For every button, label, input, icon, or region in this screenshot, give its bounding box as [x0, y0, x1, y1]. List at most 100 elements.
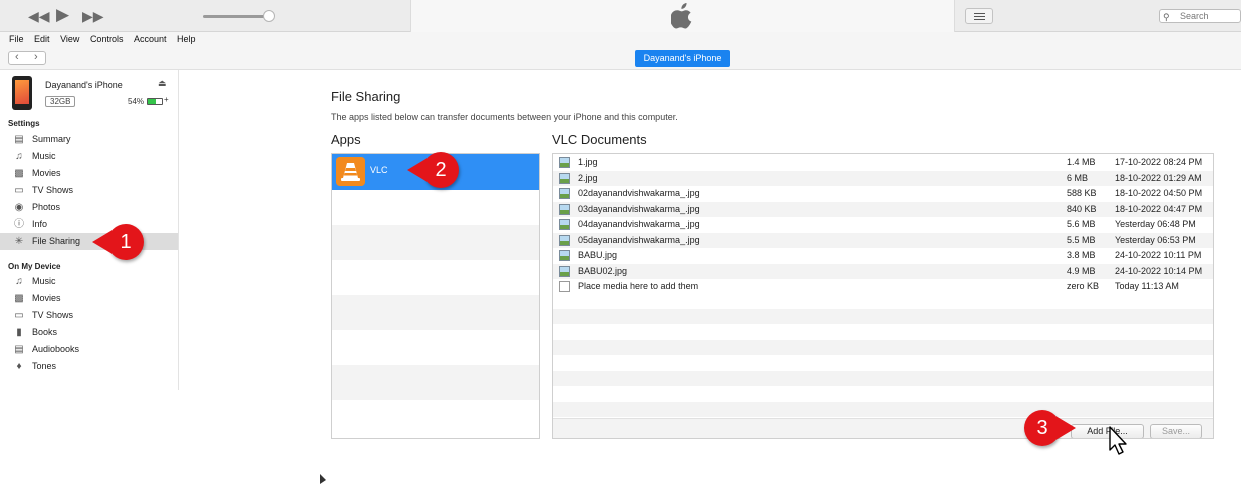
- document-date: 18-10-2022 04:50 PM: [1115, 188, 1203, 198]
- settings-header: Settings: [8, 119, 40, 128]
- apps-header: Apps: [331, 132, 361, 147]
- menu-bar: File Edit View Controls Account Help: [0, 32, 1241, 46]
- vlc-cone-icon: [336, 157, 365, 186]
- sidebar-item-device-music[interactable]: ♫ Music: [0, 273, 178, 290]
- document-row[interactable]: 02dayanandvishwakarma_.jpg 588 KB 18-10-20…: [553, 186, 1213, 202]
- document-size: 3.8 MB: [1067, 250, 1096, 260]
- empty-row: [553, 324, 1213, 340]
- sidebar-item-movies[interactable]: ▩ Movies: [0, 165, 178, 182]
- on-my-device-header: On My Device: [8, 262, 61, 271]
- sidebar-item-file-sharing[interactable]: ✳ File Sharing: [0, 233, 178, 250]
- empty-row: [553, 308, 1213, 324]
- pointer-fragment-icon: [320, 474, 326, 484]
- tv-icon: ▭: [14, 185, 24, 196]
- document-size: 840 KB: [1067, 203, 1097, 214]
- sidebar-item-label: Movies: [32, 293, 61, 303]
- sidebar-item-photos[interactable]: ◉ Photos: [0, 199, 178, 216]
- menu-view[interactable]: View: [60, 32, 79, 46]
- document-size: 588 KB: [1067, 188, 1097, 198]
- list-view-button[interactable]: [965, 8, 993, 24]
- sidebar-item-label: Music: [32, 151, 56, 161]
- rewind-icon[interactable]: ◀◀: [28, 6, 50, 26]
- page-description: The apps listed below can transfer docum…: [331, 112, 678, 122]
- device-name: Dayanand's iPhone: [45, 80, 123, 90]
- document-date: Yesterday 06:48 PM: [1115, 219, 1196, 229]
- blank-file-icon: [559, 281, 570, 292]
- document-name: 1.jpg: [578, 157, 598, 167]
- sidebar-item-device-movies[interactable]: ▩ Movies: [0, 290, 178, 307]
- document-name: 02dayanandvishwakarma_.jpg: [578, 188, 700, 198]
- volume-knob[interactable]: [263, 10, 275, 22]
- image-file-icon: [559, 219, 570, 230]
- document-name: 04dayanandvishwakarma_.jpg: [578, 219, 700, 229]
- document-name: BABU02.jpg: [578, 265, 628, 276]
- sidebar-item-books[interactable]: ▮ Books: [0, 324, 178, 341]
- document-size: 4.9 MB: [1067, 265, 1096, 276]
- book-icon: ▮: [16, 327, 22, 338]
- empty-row: [553, 355, 1213, 371]
- device-button[interactable]: Dayanand's iPhone: [635, 50, 730, 67]
- sidebar-item-label: TV Shows: [32, 310, 74, 320]
- blank-region: [20, 390, 320, 484]
- apps-icon: ✳: [14, 236, 24, 247]
- capacity-badge: 32GB: [45, 96, 76, 107]
- page-title: File Sharing: [331, 89, 401, 104]
- save-button[interactable]: Save...: [1150, 424, 1202, 438]
- apple-logo-icon: [671, 3, 692, 29]
- sidebar-item-tones[interactable]: ♦ Tones: [0, 358, 178, 375]
- annotation-callout-2: 2: [407, 152, 459, 188]
- annotation-callout-1: 1: [92, 224, 144, 260]
- sidebar-item-tv-shows[interactable]: ▭ TV Shows: [0, 182, 178, 199]
- play-icon[interactable]: ▶: [56, 5, 69, 25]
- menu-controls[interactable]: Controls: [90, 32, 124, 46]
- document-row[interactable]: 1.jpg 1.4 MB 17-10-2022 08:24 PM: [553, 155, 1213, 171]
- document-row[interactable]: BABU02.jpg 4.9 MB 24-10-2022 10:14 PM: [553, 263, 1213, 279]
- document-date: 18-10-2022 01:29 AM: [1115, 172, 1202, 183]
- sidebar-item-label: Movies: [32, 168, 61, 178]
- image-file-icon: [559, 172, 570, 184]
- document-date: Today 11:13 AM: [1115, 281, 1179, 291]
- document-size: 5.5 MB: [1067, 234, 1096, 245]
- search-input[interactable]: ⚲ Search: [1159, 9, 1241, 23]
- document-row[interactable]: 03dayanandvishwakarma_.jpg 840 KB 18-10-20…: [553, 201, 1213, 217]
- empty-row: [553, 293, 1213, 309]
- image-file-icon: [559, 157, 570, 168]
- forward-icon[interactable]: ›: [34, 51, 38, 63]
- sidebar-item-device-tv-shows[interactable]: ▭ TV Shows: [0, 307, 178, 324]
- sidebar-item-label: Info: [32, 219, 48, 229]
- film-icon: ▩: [14, 168, 24, 179]
- document-row[interactable]: 04dayanandvishwakarma_.jpg 5.6 MB Yesterda…: [553, 217, 1213, 233]
- document-row[interactable]: 2.jpg 6 MB 18-10-2022 01:29 AM: [553, 170, 1213, 186]
- image-file-icon: [559, 265, 570, 277]
- sidebar-item-label: File Sharing: [32, 236, 81, 246]
- volume-slider[interactable]: [203, 15, 271, 18]
- menu-file[interactable]: File: [9, 32, 24, 46]
- music-note-icon: ♫: [15, 276, 23, 287]
- sidebar-item-info[interactable]: ⓘ Info: [0, 216, 178, 233]
- menu-help[interactable]: Help: [177, 32, 196, 46]
- fast-forward-icon[interactable]: ▶▶: [82, 6, 104, 26]
- document-row[interactable]: 05dayanandvishwakarma_.jpg 5.5 MB Yesterda…: [553, 232, 1213, 248]
- document-size: 6 MB: [1067, 172, 1089, 183]
- eject-icon[interactable]: ⏏: [158, 78, 167, 89]
- image-file-icon: [559, 203, 570, 215]
- sidebar: Dayanand's iPhone ⏏ 32GB 54% + Settings …: [0, 70, 179, 390]
- app-label: VLC: [370, 165, 388, 175]
- sidebar-item-audiobooks[interactable]: ▤ Audiobooks: [0, 341, 178, 358]
- document-size: zero KB: [1067, 281, 1100, 291]
- menu-account[interactable]: Account: [134, 32, 167, 46]
- documents-header: VLC Documents: [552, 132, 647, 147]
- menu-edit[interactable]: Edit: [34, 32, 50, 46]
- document-row[interactable]: BABU.jpg 3.8 MB 24-10-2022 10:11 PM: [553, 248, 1213, 264]
- document-date: 24-10-2022 10:14 PM: [1115, 265, 1203, 276]
- camera-icon: ◉: [14, 202, 24, 213]
- charging-indicator: +: [164, 95, 169, 104]
- sidebar-item-summary[interactable]: ▤ Summary: [0, 131, 178, 148]
- empty-row: [553, 370, 1213, 386]
- sidebar-item-label: Photos: [32, 202, 61, 212]
- status-display: [410, 0, 955, 32]
- empty-row: [553, 401, 1213, 417]
- sidebar-item-music[interactable]: ♫ Music: [0, 148, 178, 165]
- player-toolbar: ◀◀ ▶ ▶▶ ⚲ Search: [0, 0, 1241, 32]
- back-icon[interactable]: ‹: [15, 51, 19, 63]
